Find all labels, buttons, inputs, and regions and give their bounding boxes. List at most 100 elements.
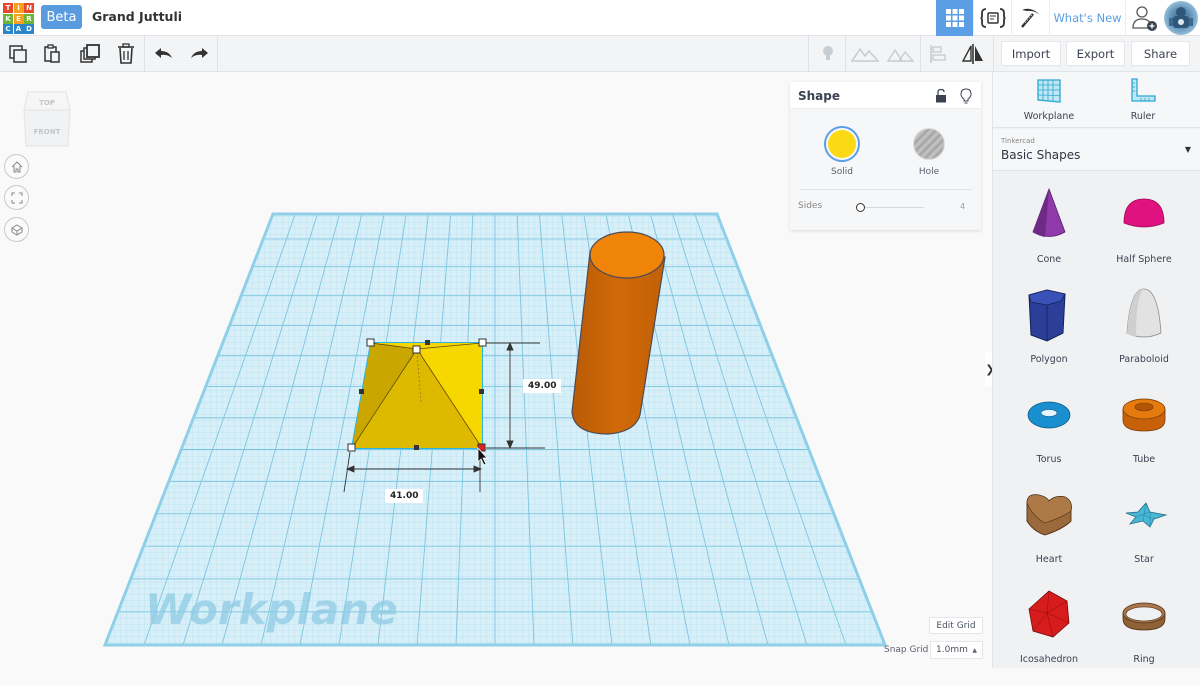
ruler-tool[interactable]: Ruler: [1103, 78, 1183, 122]
unlock-icon[interactable]: [935, 89, 947, 103]
shape-tube[interactable]: Tube: [1096, 385, 1192, 485]
shape-star[interactable]: Star: [1096, 485, 1192, 585]
ungroup-button[interactable]: [883, 36, 919, 72]
workplane-watermark: Workplane: [145, 585, 398, 634]
fit-view-button[interactable]: [4, 185, 29, 210]
snap-grid-value: 1.0mm: [936, 645, 968, 655]
view-cube[interactable]: TOP FRONT: [22, 90, 72, 148]
length-dimension-input[interactable]: 49.00: [523, 379, 562, 393]
export-button[interactable]: Export: [1066, 41, 1125, 66]
torus-icon: [1027, 401, 1071, 429]
redo-button[interactable]: [181, 36, 217, 72]
caret-down-icon: ▼: [1184, 145, 1191, 154]
shape-half-sphere[interactable]: Half Sphere: [1096, 185, 1192, 285]
shape-name: Heart: [1035, 554, 1063, 565]
view-cube-top-label: TOP: [39, 99, 55, 107]
shape-icosahedron[interactable]: Icosahedron: [1001, 585, 1097, 685]
edge-handle[interactable]: [414, 445, 419, 450]
delete-button[interactable]: [108, 36, 144, 72]
share-button[interactable]: Share: [1131, 41, 1190, 66]
solid-label: Solid: [831, 167, 853, 177]
tinkercad-logo[interactable]: T I N K E R C A D: [3, 3, 34, 34]
beta-badge[interactable]: Beta: [41, 5, 82, 29]
shape-heart[interactable]: Heart: [1001, 485, 1097, 585]
sides-slider-thumb[interactable]: [856, 203, 865, 212]
duplicate-icon: [80, 44, 100, 63]
invite-user-button[interactable]: [1125, 0, 1163, 36]
ruler-tool-label: Ruler: [1130, 111, 1156, 122]
sides-slider-track[interactable]: [860, 207, 924, 208]
group-mountains-icon: [851, 47, 879, 62]
corner-handle[interactable]: [347, 443, 356, 452]
sides-value: 4: [960, 202, 966, 211]
shape-name: Star: [1134, 554, 1154, 565]
edge-handle[interactable]: [479, 389, 484, 394]
shape-name: Polygon: [1030, 354, 1068, 365]
hole-option[interactable]: [913, 128, 945, 160]
3d-viewport[interactable]: Workplane 49.00 41.00 TOP FRONT Shape So…: [0, 72, 990, 668]
logo-letter: A: [13, 24, 24, 34]
edge-handle[interactable]: [359, 389, 364, 394]
minecraft-button[interactable]: [1011, 0, 1049, 36]
3d-design-view-button[interactable]: [936, 0, 973, 36]
library-source: Tinkercad: [1001, 137, 1035, 145]
corner-handle[interactable]: [366, 338, 375, 347]
ring-icon: [1122, 602, 1166, 631]
top-handle[interactable]: [412, 345, 421, 354]
shape-cone[interactable]: Cone: [1001, 185, 1097, 285]
heart-icon: [1026, 494, 1072, 536]
width-dimension-input[interactable]: 41.00: [385, 489, 424, 503]
snap-grid-select[interactable]: 1.0mm ▲: [930, 641, 983, 659]
logo-letter: K: [3, 13, 13, 24]
top-bar: T I N K E R C A D Beta Grand Juttuli Wha…: [0, 0, 1200, 36]
whats-new-link[interactable]: What's New: [1049, 0, 1125, 36]
cone-icon: [1032, 187, 1066, 237]
logo-letter: R: [24, 13, 34, 24]
show-hint-button[interactable]: [810, 36, 846, 72]
add-user-icon: [1131, 6, 1157, 31]
copy-button[interactable]: [0, 36, 36, 72]
edge-handle[interactable]: [425, 340, 430, 345]
shape-paraboloid[interactable]: Paraboloid: [1096, 285, 1192, 385]
shape-name: Tube: [1132, 454, 1156, 465]
fit-all-icon: [11, 192, 22, 203]
toolbar-divider: [993, 36, 994, 72]
user-avatar[interactable]: [1164, 1, 1198, 35]
shape-torus[interactable]: Torus: [1001, 385, 1097, 485]
workplane-icon: [1037, 79, 1061, 103]
caret-up-icon: ▲: [972, 646, 977, 654]
toolbar-divider: [144, 36, 145, 72]
lightbulb-icon[interactable]: [960, 88, 972, 104]
shape-library-select[interactable]: Tinkercad Basic Shapes ▼: [993, 129, 1200, 171]
view-cube-front-label: FRONT: [34, 128, 61, 136]
logo-letter: T: [3, 3, 13, 13]
mirror-button[interactable]: [955, 36, 991, 72]
trash-icon: [118, 43, 134, 64]
paste-icon: [44, 44, 60, 63]
align-button[interactable]: [920, 36, 956, 72]
grid-icon: [945, 9, 964, 27]
shape-polygon[interactable]: Polygon: [1001, 285, 1097, 385]
project-title[interactable]: Grand Juttuli: [92, 9, 182, 24]
align-icon: [930, 45, 946, 63]
home-icon: [11, 160, 22, 172]
paste-button[interactable]: [34, 36, 70, 72]
duplicate-button[interactable]: [72, 36, 108, 72]
corner-handle[interactable]: [478, 338, 487, 347]
perspective-button[interactable]: [4, 217, 29, 242]
shape-name: Half Sphere: [1116, 254, 1172, 265]
shape-ring[interactable]: Ring: [1096, 585, 1192, 685]
workplane-tool[interactable]: Workplane: [1009, 78, 1089, 122]
import-button[interactable]: Import: [1001, 41, 1061, 66]
solid-option[interactable]: [824, 126, 860, 162]
codeblocks-button[interactable]: [973, 0, 1011, 36]
edit-grid-button[interactable]: Edit Grid: [929, 617, 983, 634]
undo-button[interactable]: [146, 36, 182, 72]
shape-name: Cone: [1036, 254, 1062, 265]
tube-icon: [1122, 398, 1166, 432]
paraboloid-icon: [1126, 288, 1162, 338]
edit-toolbar: Import Export Share: [0, 36, 1200, 72]
home-view-button[interactable]: [4, 154, 29, 179]
group-button[interactable]: [847, 36, 883, 72]
pyramid-shape[interactable]: [350, 342, 483, 449]
